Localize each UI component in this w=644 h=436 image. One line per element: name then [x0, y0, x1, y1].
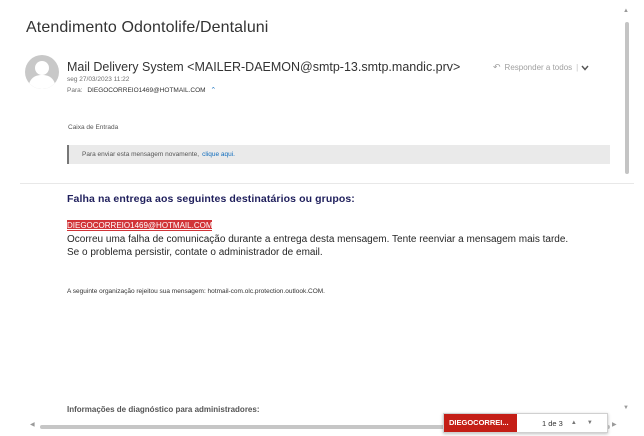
find-next-button[interactable]: ▼: [585, 420, 595, 426]
failure-message: Ocorreu uma falha de comunicação durante…: [67, 233, 622, 259]
resend-link[interactable]: clique aqui.: [202, 151, 235, 158]
failure-line-1: Ocorreu uma falha de comunicação durante…: [67, 234, 569, 245]
sender-name[interactable]: Mail Delivery System <MAILER-DAEMON@smtp…: [67, 60, 460, 74]
reply-separator: |: [576, 63, 579, 72]
scroll-down-icon[interactable]: ▼: [623, 405, 629, 411]
reply-all-label: Responder a todos: [504, 63, 573, 72]
message-subject: Atendimento Odontolife/Dentaluni: [26, 19, 269, 36]
person-icon: [28, 61, 56, 89]
to-address[interactable]: DIEGOCORREIO1469@HOTMAIL.COM: [87, 87, 205, 94]
failed-recipient-link[interactable]: DIEGOCORREIO1469@HOTMAIL.COM: [67, 220, 213, 231]
diagnostics-title: Informações de diagnóstico para administ…: [67, 405, 260, 414]
collapse-recipients-icon[interactable]: ⌃: [210, 87, 216, 94]
resend-banner: Para enviar esta mensagem novamente, cli…: [67, 145, 610, 164]
scroll-up-icon[interactable]: ▲: [623, 8, 629, 14]
message-date: seg 27/03/2023 11:22: [67, 76, 130, 83]
recipients-line: Para: DIEGOCORREIO1469@HOTMAIL.COM ⌃: [67, 86, 216, 94]
content-divider: [20, 183, 634, 184]
reply-options-chevron-icon[interactable]: [581, 65, 589, 71]
resend-banner-text: Para enviar esta mensagem novamente,: [82, 151, 200, 158]
scroll-left-icon[interactable]: ◀: [30, 421, 35, 428]
find-match-count: 1 de 3: [542, 418, 563, 428]
folder-label: Caixa de Entrada: [68, 124, 119, 131]
failure-line-2: Se o problema persistir, contate o admin…: [67, 247, 323, 258]
failure-title: Falha na entrega aos seguintes destinatá…: [67, 193, 355, 205]
reply-all-button[interactable]: ↶ Responder a todos |: [493, 59, 611, 76]
find-previous-button[interactable]: ▲: [569, 420, 579, 426]
sender-avatar[interactable]: [25, 55, 59, 89]
vertical-scrollbar[interactable]: [625, 22, 629, 174]
reply-all-icon: ↶: [493, 62, 501, 72]
scroll-right-icon[interactable]: ▶: [612, 421, 617, 428]
to-label: Para:: [67, 87, 83, 94]
find-bar: DIEGOCORREI... 1 de 3 ▲ ▼: [443, 413, 608, 433]
find-search-term[interactable]: DIEGOCORREI...: [444, 414, 517, 432]
rejection-line: A seguinte organização rejeitou sua mens…: [67, 288, 325, 295]
